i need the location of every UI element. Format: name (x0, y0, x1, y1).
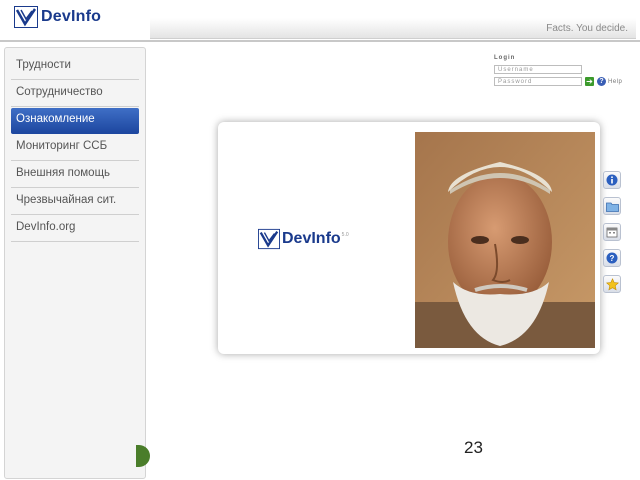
help-icon[interactable]: ? (603, 249, 621, 267)
sidebar-item-devinfo-org[interactable]: DevInfo.org (11, 216, 139, 242)
login-title: Login (494, 55, 516, 61)
password-row: Password ➔ ? Help (494, 77, 634, 86)
password-field[interactable]: Password (494, 77, 582, 86)
sidebar-item-vneshnyaya-pomosh[interactable]: Внешняя помощь (11, 162, 139, 188)
sidebar-nav: Трудности Сотрудничество Ознакомление Мо… (11, 54, 139, 243)
calendar-icon[interactable] (603, 223, 621, 241)
login-panel: Login Username Password ➔ ? Help (494, 54, 634, 86)
folder-icon[interactable] (603, 197, 621, 215)
page-number: 23 (464, 438, 483, 457)
sidebar-item-monitoring[interactable]: Мониторинг ССБ (11, 135, 139, 161)
card-logo-text: DevInfo (282, 230, 341, 247)
decorative-green-shape (136, 445, 150, 467)
app-header: DevInfo Facts. You decide. (0, 0, 640, 42)
header-divider (0, 40, 640, 42)
portrait-image (415, 132, 595, 348)
help-icon[interactable]: ? (597, 77, 606, 86)
help-link[interactable]: Help (608, 79, 622, 85)
portrait-photo (415, 132, 595, 348)
info-icon[interactable] (603, 171, 621, 189)
star-icon[interactable] (603, 275, 621, 293)
devinfo-logo[interactable]: DevInfo (14, 6, 101, 28)
sidebar-item-chrezvychaynaya[interactable]: Чрезвычайная сит. (11, 189, 139, 215)
sidebar-item-oznakomlenie[interactable]: Ознакомление (11, 108, 139, 134)
username-field[interactable]: Username (494, 65, 582, 74)
svg-text:?: ? (610, 254, 615, 263)
card-logo-version: 5.0 (341, 232, 349, 238)
devinfo-logo-icon (14, 6, 38, 28)
login-go-button[interactable]: ➔ (585, 77, 594, 86)
card-devinfo-logo: DevInfo 5.0 (258, 228, 349, 250)
devinfo-logo-icon (258, 228, 280, 250)
side-toolbar: ? (603, 171, 621, 301)
tagline: Facts. You decide. (546, 23, 628, 34)
logo-text: DevInfo (41, 8, 102, 25)
sidebar-item-sotrudnichestvo[interactable]: Сотрудничество (11, 81, 139, 107)
sidebar-item-trudnosti[interactable]: Трудности (11, 54, 139, 80)
welcome-card: DevInfo 5.0 (218, 122, 600, 354)
sidebar: Трудности Сотрудничество Ознакомление Мо… (4, 47, 146, 479)
